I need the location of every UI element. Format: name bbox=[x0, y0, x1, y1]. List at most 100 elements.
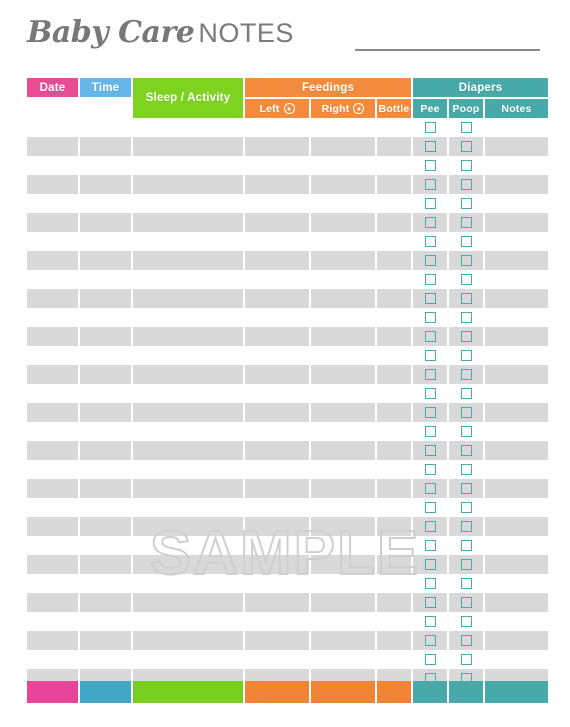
checkbox-cell-poop[interactable] bbox=[449, 536, 483, 555]
checkbox-cell-pee[interactable] bbox=[413, 403, 447, 422]
checkbox-cell-pee[interactable] bbox=[413, 365, 447, 384]
table-cell-date[interactable] bbox=[27, 213, 78, 232]
checkbox-cell-pee[interactable] bbox=[413, 156, 447, 175]
column-group-header-diapers[interactable]: Diapers bbox=[413, 78, 548, 97]
checkbox-poop[interactable] bbox=[460, 369, 472, 380]
table-row[interactable] bbox=[27, 289, 548, 308]
checkbox-pee[interactable] bbox=[424, 654, 436, 665]
checkbox-poop[interactable] bbox=[460, 160, 472, 171]
table-row[interactable] bbox=[27, 175, 548, 194]
table-cell-date[interactable] bbox=[27, 327, 78, 346]
checkbox-cell-poop[interactable] bbox=[449, 327, 483, 346]
checkbox-cell-poop[interactable] bbox=[449, 593, 483, 612]
table-cell-right[interactable] bbox=[311, 137, 375, 156]
table-cell-time[interactable] bbox=[80, 365, 131, 384]
table-cell-sleep[interactable] bbox=[133, 137, 243, 156]
checkbox-cell-poop[interactable] bbox=[449, 232, 483, 251]
checkbox-poop[interactable] bbox=[460, 540, 472, 551]
checkbox-cell-poop[interactable] bbox=[449, 555, 483, 574]
checkbox-pee[interactable] bbox=[424, 217, 436, 228]
checkbox-pee[interactable] bbox=[424, 274, 436, 285]
checkbox-cell-pee[interactable] bbox=[413, 137, 447, 156]
checkbox-poop[interactable] bbox=[460, 388, 472, 399]
checkbox-cell-pee[interactable] bbox=[413, 422, 447, 441]
checkbox-cell-poop[interactable] bbox=[449, 422, 483, 441]
checkbox-cell-poop[interactable] bbox=[449, 175, 483, 194]
checkbox-cell-poop[interactable] bbox=[449, 156, 483, 175]
checkbox-pee[interactable] bbox=[424, 502, 436, 513]
table-cell-date[interactable] bbox=[27, 593, 78, 612]
table-row[interactable] bbox=[27, 270, 548, 289]
checkbox-pee[interactable] bbox=[424, 369, 436, 380]
table-cell-notes[interactable] bbox=[485, 251, 548, 270]
checkbox-pee[interactable] bbox=[424, 198, 436, 209]
table-cell-time[interactable] bbox=[80, 327, 131, 346]
checkbox-cell-pee[interactable] bbox=[413, 251, 447, 270]
table-row[interactable] bbox=[27, 631, 548, 650]
checkbox-poop[interactable] bbox=[460, 217, 472, 228]
checkbox-cell-pee[interactable] bbox=[413, 289, 447, 308]
table-cell-left[interactable] bbox=[245, 441, 309, 460]
checkbox-cell-pee[interactable] bbox=[413, 327, 447, 346]
table-row[interactable] bbox=[27, 650, 548, 669]
table-row[interactable] bbox=[27, 137, 548, 156]
checkbox-cell-pee[interactable] bbox=[413, 498, 447, 517]
table-cell-bottle[interactable] bbox=[377, 555, 411, 574]
checkbox-poop[interactable] bbox=[460, 616, 472, 627]
table-cell-right[interactable] bbox=[311, 365, 375, 384]
checkbox-pee[interactable] bbox=[424, 521, 436, 532]
table-cell-sleep[interactable] bbox=[133, 631, 243, 650]
checkbox-cell-poop[interactable] bbox=[449, 612, 483, 631]
checkbox-cell-poop[interactable] bbox=[449, 631, 483, 650]
column-header-notes[interactable]: Notes bbox=[485, 99, 548, 118]
table-cell-left[interactable] bbox=[245, 479, 309, 498]
checkbox-cell-pee[interactable] bbox=[413, 213, 447, 232]
table-cell-sleep[interactable] bbox=[133, 251, 243, 270]
checkbox-cell-poop[interactable] bbox=[449, 365, 483, 384]
table-row[interactable] bbox=[27, 346, 548, 365]
table-cell-time[interactable] bbox=[80, 517, 131, 536]
table-cell-left[interactable] bbox=[245, 213, 309, 232]
table-cell-sleep[interactable] bbox=[133, 403, 243, 422]
table-cell-right[interactable] bbox=[311, 251, 375, 270]
checkbox-cell-pee[interactable] bbox=[413, 384, 447, 403]
table-cell-sleep[interactable] bbox=[133, 479, 243, 498]
table-cell-right[interactable] bbox=[311, 593, 375, 612]
table-cell-left[interactable] bbox=[245, 631, 309, 650]
checkbox-poop[interactable] bbox=[460, 236, 472, 247]
table-cell-right[interactable] bbox=[311, 555, 375, 574]
table-cell-left[interactable] bbox=[245, 289, 309, 308]
table-cell-left[interactable] bbox=[245, 175, 309, 194]
table-row[interactable] bbox=[27, 251, 548, 270]
checkbox-poop[interactable] bbox=[460, 350, 472, 361]
checkbox-poop[interactable] bbox=[460, 502, 472, 513]
table-row[interactable] bbox=[27, 460, 548, 479]
checkbox-cell-poop[interactable] bbox=[449, 346, 483, 365]
table-cell-sleep[interactable] bbox=[133, 555, 243, 574]
table-row[interactable] bbox=[27, 479, 548, 498]
table-cell-time[interactable] bbox=[80, 251, 131, 270]
checkbox-cell-poop[interactable] bbox=[449, 574, 483, 593]
table-cell-notes[interactable] bbox=[485, 327, 548, 346]
table-cell-right[interactable] bbox=[311, 403, 375, 422]
table-cell-right[interactable] bbox=[311, 479, 375, 498]
checkbox-cell-poop[interactable] bbox=[449, 137, 483, 156]
checkbox-pee[interactable] bbox=[424, 179, 436, 190]
checkbox-poop[interactable] bbox=[460, 198, 472, 209]
table-cell-notes[interactable] bbox=[485, 631, 548, 650]
checkbox-pee[interactable] bbox=[424, 578, 436, 589]
checkbox-cell-pee[interactable] bbox=[413, 441, 447, 460]
table-cell-date[interactable] bbox=[27, 555, 78, 574]
table-cell-bottle[interactable] bbox=[377, 365, 411, 384]
table-cell-notes[interactable] bbox=[485, 555, 548, 574]
table-cell-left[interactable] bbox=[245, 517, 309, 536]
checkbox-pee[interactable] bbox=[424, 635, 436, 646]
table-cell-left[interactable] bbox=[245, 327, 309, 346]
table-row[interactable] bbox=[27, 384, 548, 403]
checkbox-cell-pee[interactable] bbox=[413, 308, 447, 327]
table-cell-date[interactable] bbox=[27, 251, 78, 270]
checkbox-poop[interactable] bbox=[460, 426, 472, 437]
checkbox-poop[interactable] bbox=[460, 464, 472, 475]
checkbox-cell-pee[interactable] bbox=[413, 175, 447, 194]
checkbox-poop[interactable] bbox=[460, 141, 472, 152]
